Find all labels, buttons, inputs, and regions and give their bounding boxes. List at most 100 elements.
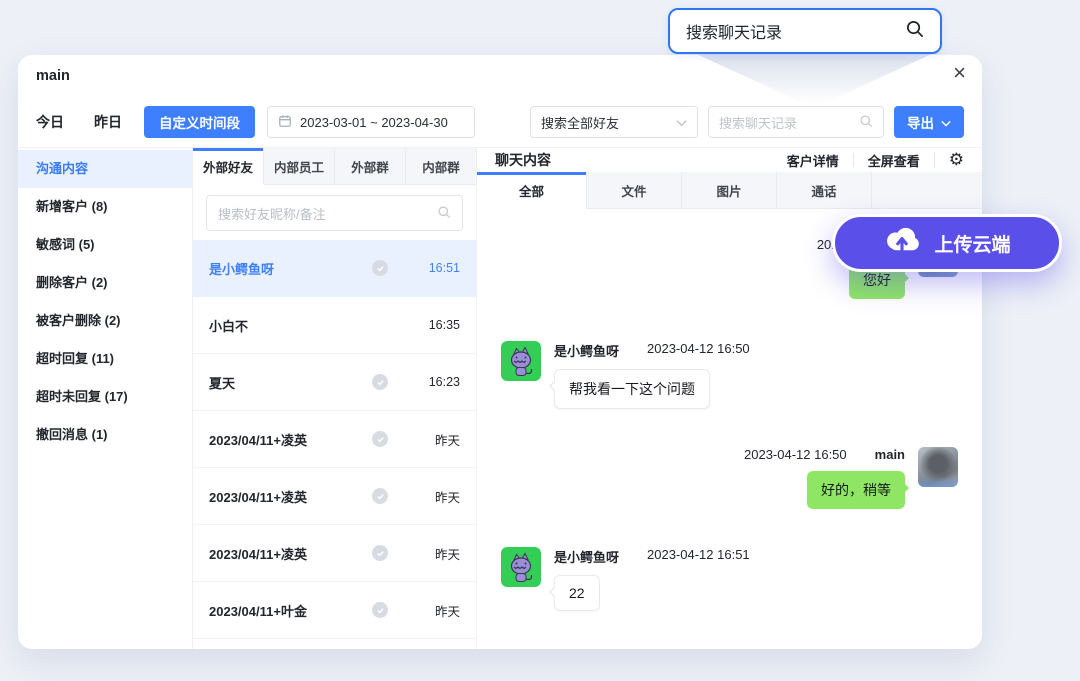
main-window: main × 今日 昨日 自定义时间段 2023-03-01 ~ 2023-04… [18,55,982,649]
contact-time: 昨天 [416,487,460,506]
contact-row[interactable]: 小白不 16:35 [193,297,476,354]
contact-row[interactable]: 夏天 16:23 [193,354,476,411]
filter-today[interactable]: 今日 [36,112,64,132]
divider [853,153,854,167]
check-circle-icon [372,431,388,447]
search-icon [859,114,873,131]
filter-yesterday[interactable]: 昨日 [94,112,122,132]
tab-calls[interactable]: 通话 [777,172,872,209]
contact-name: 2023/04/11+叶金 [209,601,372,620]
divider [934,153,935,167]
search-chat-callout[interactable]: 搜索聊天记录 [668,8,942,54]
contact-tabs: 外部好友 内部员工 外部群 内部群 [193,148,476,185]
tab-all[interactable]: 全部 [477,172,587,209]
message-time: 2023-04-12 16:50 [647,341,750,360]
upload-label: 上传云端 [934,230,1010,257]
contact-row[interactable]: 2023/04/11+凌英 昨天 [193,411,476,468]
sidebar-item-new-customers[interactable]: 新增客户 (8) [18,188,192,226]
check-circle-icon [372,602,388,618]
filter-toolbar: 今日 昨日 自定义时间段 2023-03-01 ~ 2023-04-30 搜索全… [18,97,982,147]
avatar [918,447,958,487]
chat-message: 是小鳄鱼呀 2023-04-12 16:51 22 [501,547,958,611]
screen: 搜索聊天记录 main × 今日 昨日 自定义时间段 2023-03-01 ~ … [0,0,1080,681]
contact-name: 2023/04/11+凌英 [209,544,372,563]
tab-images[interactable]: 图片 [682,172,777,209]
contact-time: 16:23 [416,375,460,389]
upload-to-cloud-button[interactable]: 上传云端 [832,214,1062,272]
contact-row[interactable]: 2023/04/11+叶金 昨天 [193,582,476,639]
sidebar-item-sensitive-words[interactable]: 敏感词 (5) [18,226,192,264]
sidebar-item-deleted-customers[interactable]: 删除客户 (2) [18,264,192,302]
custom-range-button[interactable]: 自定义时间段 [144,106,255,138]
search-icon [437,205,451,222]
chat-filter-tabs: 全部 文件 图片 通话 [477,172,982,209]
search-icon[interactable] [905,19,924,43]
tab-external-groups[interactable]: 外部群 [335,148,406,185]
cloud-upload-icon [883,226,921,260]
chat-messages: 2023-04-12 16: 您好 是小鳄鱼呀 [477,209,982,649]
contact-name: 小白不 [209,316,372,335]
sidebar-item-deleted-by-customer[interactable]: 被客户删除 (2) [18,302,192,340]
date-range-value: 2023-03-01 ~ 2023-04-30 [300,115,448,130]
contact-time: 16:35 [416,318,460,332]
contact-time: 昨天 [416,544,460,563]
fullscreen-link[interactable]: 全屏查看 [868,151,920,170]
close-icon[interactable]: × [953,59,966,87]
contact-list: 是小鳄鱼呀 16:51 小白不 16:35 夏天 16:23 [193,240,476,649]
contact-row[interactable]: 是小鳄鱼呀 16:51 [193,240,476,297]
chat-message: 2023-04-12 16:50 main 好的，稍等 [501,447,958,509]
chat-search-placeholder: 搜索聊天记录 [719,113,797,132]
message-bubble: 好的，稍等 [807,471,905,509]
date-range-input[interactable]: 2023-03-01 ~ 2023-04-30 [267,106,475,138]
contact-name: 是小鳄鱼呀 [209,259,372,278]
contact-row[interactable]: 2023/04/11+凌英 昨天 [193,525,476,582]
sidebar-item-overtime-reply[interactable]: 超时回复 (11) [18,340,192,378]
message-sender: 是小鳄鱼呀 [554,547,619,566]
contact-row[interactable]: 2023/04/11+凌英 昨天 [193,468,476,525]
friend-scope-value: 搜索全部好友 [541,113,619,132]
calendar-icon [278,114,292,131]
contact-time: 昨天 [416,601,460,620]
message-time: 2023-04-12 16:51 [647,547,750,566]
contact-name: 2023/04/11+凌英 [209,430,372,449]
chevron-down-icon [941,115,951,130]
friend-search-input[interactable]: 搜索好友昵称/备注 [206,195,463,231]
customer-detail-link[interactable]: 客户详情 [787,151,839,170]
check-circle-icon [372,260,388,276]
callout-search-input[interactable]: 搜索聊天记录 [686,19,782,43]
tab-internal-staff[interactable]: 内部员工 [264,148,335,185]
contact-time: 昨天 [416,430,460,449]
check-circle-icon [372,488,388,504]
chat-search-input[interactable]: 搜索聊天记录 [708,106,884,138]
contact-name: 2023/04/11+凌英 [209,487,372,506]
sidebar: 沟通内容 新增客户 (8) 敏感词 (5) 删除客户 (2) 被客户删除 (2)… [18,148,192,649]
chat-panel-title: 聊天内容 [495,150,787,170]
sidebar-item-communication[interactable]: 沟通内容 [18,150,192,188]
tab-files[interactable]: 文件 [587,172,682,209]
cartoon-avatar [501,547,541,587]
message-bubble: 帮我看一下这个问题 [554,369,710,409]
tab-internal-groups[interactable]: 内部群 [406,148,476,185]
check-circle-icon [372,374,388,390]
sidebar-item-overtime-no-reply[interactable]: 超时未回复 (17) [18,378,192,416]
message-time: 2023-04-12 16:50 [744,447,847,462]
message-sender: main [875,447,905,462]
contact-panel: 外部好友 内部员工 外部群 内部群 搜索好友昵称/备注 是小鳄鱼呀 16:51 [192,148,477,649]
friend-scope-select[interactable]: 搜索全部好友 [530,106,698,138]
export-label: 导出 [907,112,934,132]
cartoon-avatar [501,341,541,381]
tab-external-friends[interactable]: 外部好友 [193,148,264,185]
sidebar-item-recalled-messages[interactable]: 撤回消息 (1) [18,416,192,454]
chat-message: 是小鳄鱼呀 2023-04-12 16:50 帮我看一下这个问题 [501,341,958,409]
message-sender: 是小鳄鱼呀 [554,341,619,360]
gear-icon[interactable]: ⚙ [949,150,964,170]
tab-filler [872,172,982,209]
window-title: main [36,68,70,84]
friend-search-placeholder: 搜索好友昵称/备注 [218,204,326,223]
message-bubble: 22 [554,575,600,611]
check-circle-icon [372,545,388,561]
contact-name: 夏天 [209,373,372,392]
export-button[interactable]: 导出 [894,106,964,138]
chevron-down-icon [676,115,687,130]
contact-time: 16:51 [416,261,460,275]
